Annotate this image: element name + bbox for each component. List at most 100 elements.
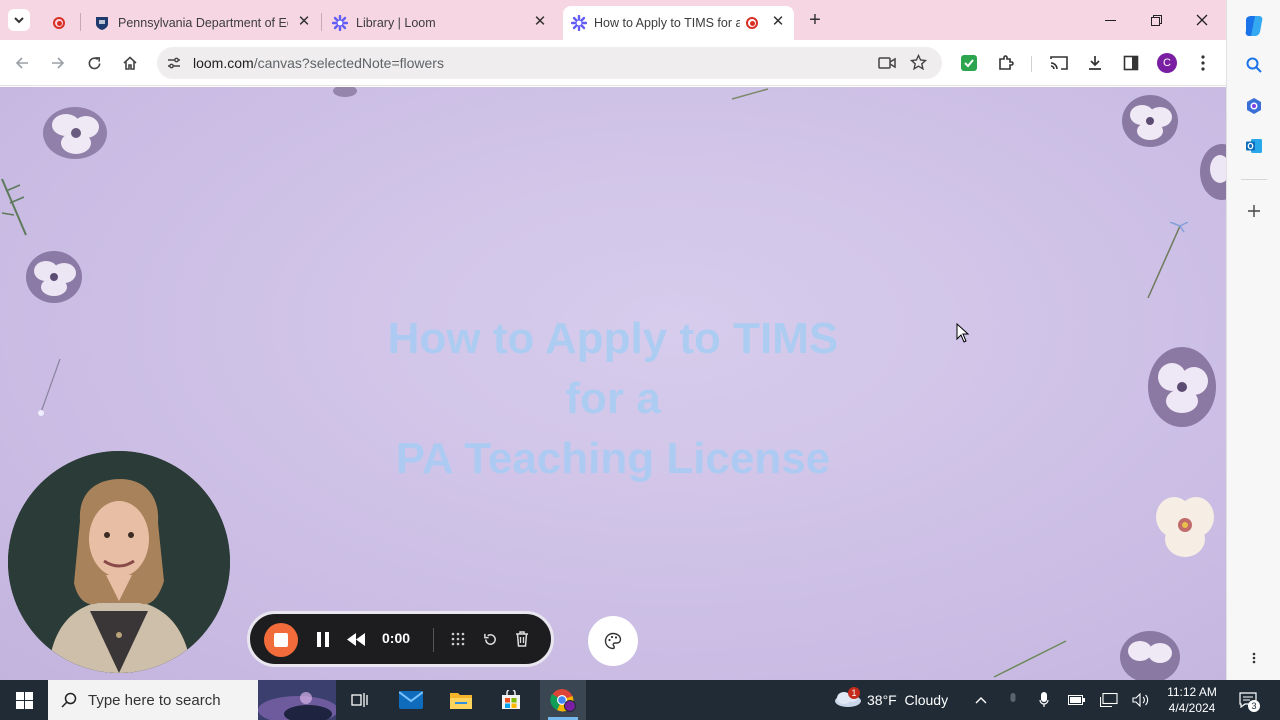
sidebar-settings-button[interactable] bbox=[1242, 646, 1266, 670]
mail-icon bbox=[399, 691, 423, 709]
restart-button[interactable] bbox=[480, 627, 500, 651]
delete-recording-button[interactable] bbox=[512, 627, 532, 651]
minimize-button[interactable] bbox=[1100, 10, 1120, 30]
kebab-menu-icon bbox=[1201, 55, 1205, 71]
url-text[interactable]: loom.com/canvas?selectedNote=flowers bbox=[193, 55, 444, 71]
forward-button[interactable] bbox=[47, 52, 69, 74]
side-panel-button[interactable] bbox=[1120, 52, 1142, 74]
extensions-button[interactable] bbox=[995, 52, 1017, 74]
microphone-icon bbox=[1039, 692, 1049, 707]
pause-button[interactable] bbox=[312, 627, 334, 651]
drag-handle[interactable] bbox=[448, 627, 468, 651]
flower-decoration bbox=[1120, 631, 1180, 680]
office-button[interactable] bbox=[1242, 94, 1266, 118]
store-icon bbox=[502, 690, 520, 709]
close-tab-icon[interactable]: ✕ bbox=[296, 14, 312, 30]
video-title-overlay: How to Apply to TIMS for a PA Teaching L… bbox=[0, 309, 1226, 489]
show-hidden-icons-button[interactable] bbox=[969, 688, 993, 712]
loom-icon bbox=[571, 15, 587, 31]
pause-icon bbox=[317, 631, 329, 647]
search-icon bbox=[1246, 57, 1262, 73]
url-path: /canvas?selectedNote=flowers bbox=[253, 55, 444, 71]
microphone-tray-icon[interactable] bbox=[1032, 688, 1056, 712]
tab-strip: Pennsylvania Department of Ed ✕ Library … bbox=[0, 0, 1226, 40]
stop-icon bbox=[274, 633, 288, 647]
extension-green-icon bbox=[961, 55, 977, 71]
tab-tims-video[interactable]: How to Apply to TIMS for a ✕ bbox=[563, 6, 794, 40]
bookmark-star-icon[interactable] bbox=[909, 53, 928, 76]
tab-separator bbox=[80, 13, 81, 31]
download-icon bbox=[1089, 56, 1101, 70]
restore-button[interactable] bbox=[1146, 10, 1166, 30]
rewind-icon bbox=[347, 632, 365, 646]
taskbar-clock[interactable]: 11:12 AM 4/4/2024 bbox=[1160, 684, 1224, 716]
add-sidebar-app-button[interactable] bbox=[1242, 199, 1266, 223]
menu-button[interactable] bbox=[1192, 52, 1214, 74]
back-button[interactable] bbox=[11, 52, 33, 74]
headline-line: How to Apply to TIMS bbox=[387, 314, 839, 363]
recording-icon bbox=[53, 17, 65, 29]
flower-decoration bbox=[1200, 144, 1226, 200]
puzzle-icon bbox=[999, 55, 1014, 70]
address-bar[interactable]: loom.com/canvas?selectedNote=flowers bbox=[157, 47, 942, 79]
recording-icon bbox=[746, 17, 758, 29]
search-sidebar-button[interactable] bbox=[1242, 53, 1266, 77]
home-icon bbox=[123, 56, 137, 70]
new-tab-button[interactable]: + bbox=[804, 9, 826, 31]
url-host: loom.com bbox=[193, 55, 254, 71]
downloads-button[interactable] bbox=[1084, 52, 1106, 74]
microsoft-store-app[interactable] bbox=[499, 688, 523, 712]
camera-icon[interactable] bbox=[878, 55, 896, 76]
start-button[interactable] bbox=[12, 688, 36, 712]
weather-widget[interactable]: 1 38°F Cloudy bbox=[834, 680, 954, 720]
tab-separator bbox=[321, 13, 322, 31]
chrome-app-active[interactable] bbox=[540, 680, 586, 720]
mouse-cursor-icon bbox=[956, 323, 970, 343]
tab-library-loom[interactable]: Library | Loom ✕ bbox=[324, 6, 556, 40]
cast-icon bbox=[1050, 56, 1068, 70]
battery-tray-icon[interactable] bbox=[1065, 688, 1089, 712]
profile-avatar[interactable]: C bbox=[1157, 53, 1177, 73]
side-panel-icon bbox=[1123, 55, 1139, 71]
mic-tray-icon[interactable] bbox=[1001, 688, 1025, 712]
outlook-button[interactable] bbox=[1242, 134, 1266, 158]
outlook-icon bbox=[1246, 139, 1262, 153]
volume-tray-icon[interactable] bbox=[1129, 688, 1153, 712]
edge-sidebar bbox=[1226, 0, 1280, 680]
stem-decoration bbox=[1147, 222, 1189, 299]
headline-line: for a bbox=[565, 374, 661, 423]
recording-timer: 0:00 bbox=[382, 630, 411, 646]
tab-search-button[interactable] bbox=[8, 9, 30, 31]
network-tray-icon[interactable] bbox=[1097, 688, 1121, 712]
stop-recording-button[interactable] bbox=[264, 623, 298, 657]
copilot-button[interactable] bbox=[1242, 14, 1266, 38]
clock-time: 11:12 AM bbox=[1167, 685, 1217, 699]
search-placeholder: Type here to search bbox=[88, 691, 221, 709]
tab-recording[interactable] bbox=[40, 6, 80, 40]
stem-decoration bbox=[731, 88, 769, 100]
site-info-icon[interactable] bbox=[166, 55, 182, 71]
flower-decoration bbox=[1156, 497, 1214, 557]
rewind-button[interactable] bbox=[345, 627, 367, 651]
close-window-button[interactable] bbox=[1192, 10, 1212, 30]
notifications-button[interactable]: 3 bbox=[1236, 688, 1260, 712]
home-button[interactable] bbox=[119, 52, 141, 74]
close-tab-icon[interactable]: ✕ bbox=[770, 14, 786, 30]
grid-dots-icon bbox=[451, 632, 465, 646]
extension-green-button[interactable] bbox=[958, 52, 980, 74]
forward-arrow-icon bbox=[52, 57, 65, 69]
taskbar-search-box[interactable]: Type here to search bbox=[48, 680, 336, 720]
sidebar-divider bbox=[1241, 179, 1267, 180]
tab-pa-education[interactable]: Pennsylvania Department of Ed ✕ bbox=[84, 6, 320, 40]
file-explorer-app[interactable] bbox=[449, 688, 473, 712]
cast-button[interactable] bbox=[1048, 52, 1070, 74]
canvas-theme-button[interactable] bbox=[588, 616, 638, 666]
reload-button[interactable] bbox=[83, 52, 105, 74]
speaker-icon bbox=[1132, 693, 1149, 707]
trash-icon bbox=[516, 631, 528, 647]
close-tab-icon[interactable]: ✕ bbox=[532, 14, 548, 30]
mail-app[interactable] bbox=[399, 688, 423, 712]
stem-decoration bbox=[993, 640, 1067, 678]
task-view-button[interactable] bbox=[348, 688, 372, 712]
webcam-bubble[interactable] bbox=[8, 451, 230, 673]
